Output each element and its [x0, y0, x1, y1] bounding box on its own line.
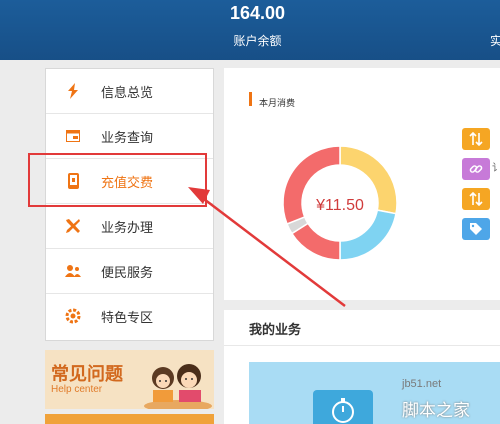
sidebar-item-label: 业务查询 — [101, 131, 154, 146]
sidebar-item-label: 业务办理 — [101, 221, 154, 236]
spending-amount: ¥11.50 — [316, 197, 364, 214]
highlight-box — [28, 153, 207, 207]
exchange-icon[interactable] — [462, 188, 490, 210]
watermark-text: 脚本之家 — [402, 401, 470, 421]
help-title: 常见问题 — [51, 364, 123, 385]
tag-icon[interactable] — [462, 218, 490, 240]
sidebar-item-label: 便民服务 — [101, 266, 154, 281]
query-icon — [65, 128, 81, 144]
sidebar-item-featured[interactable]: 特色专区 — [46, 294, 213, 339]
sidebar-item-label: 特色专区 — [101, 311, 154, 326]
help-subtitle: Help center — [51, 384, 103, 395]
tools-icon — [65, 218, 81, 234]
exchange-icon[interactable] — [462, 128, 490, 150]
overview-icon — [65, 83, 81, 99]
link-icon[interactable] — [462, 158, 490, 180]
donut-slice-1 — [339, 209, 397, 261]
header-right-label: 实 — [490, 34, 500, 48]
sidebar-item-overview[interactable]: 信息总览 — [46, 69, 213, 114]
stopwatch-icon[interactable] — [313, 390, 373, 424]
sidebar-item-business[interactable]: 业务办理 — [46, 204, 213, 249]
section-accent-bar — [249, 92, 252, 106]
account-header: 164.00 账户余额 实 — [0, 0, 500, 60]
divider — [224, 345, 500, 346]
sidebar-item-label: 信息总览 — [101, 86, 154, 101]
link-text: 讠 — [492, 163, 500, 174]
my-business-title: 我的业务 — [249, 323, 302, 338]
help-illustration — [144, 364, 212, 409]
people-icon — [65, 263, 81, 279]
sidebar-item-services[interactable]: 便民服务 — [46, 249, 213, 294]
monthly-spending-title: 本月消费 — [259, 99, 296, 109]
balance-amount: 164.00 — [229, 3, 286, 23]
gear-icon — [65, 308, 81, 324]
watermark-site: jb51.net — [402, 378, 442, 390]
help-center-banner[interactable]: 常见问题 Help center — [45, 350, 214, 409]
balance-label: 账户余额 — [233, 34, 282, 48]
banner-strip — [45, 414, 214, 424]
